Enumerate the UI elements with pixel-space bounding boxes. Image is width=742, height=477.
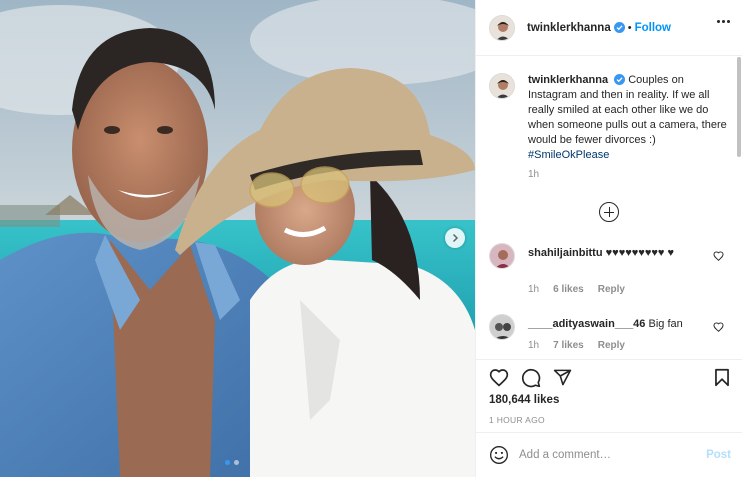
comment-body: shahiljainbittu ♥♥♥♥♥♥♥♥♥ ♥ (528, 246, 698, 261)
avatar-image (490, 244, 514, 268)
heart-icon[interactable] (713, 251, 724, 261)
post-header: twinklerkhanna • Follow (476, 0, 742, 56)
carousel-dot (234, 460, 239, 465)
follow-button[interactable]: Follow (635, 22, 671, 34)
comment-input[interactable] (519, 449, 699, 461)
more-options-icon[interactable] (717, 20, 730, 23)
caption-avatar[interactable] (489, 73, 515, 99)
post-comment-button[interactable]: Post (706, 449, 731, 461)
avatar-image (490, 15, 514, 40)
avatar-image (490, 74, 514, 98)
verified-badge-icon (614, 74, 626, 85)
comment-username[interactable]: shahiljainbittu (528, 247, 603, 259)
add-comment-bar: Post (476, 432, 742, 477)
caption-hashtag[interactable]: #SmileOkPlease (528, 149, 609, 161)
plus-circle-icon[interactable] (599, 202, 619, 222)
chevron-right-icon (452, 233, 459, 243)
commenter-avatar[interactable] (489, 314, 515, 340)
comment-time[interactable]: 1h (528, 340, 539, 351)
comment-body: ____adityaswain___46 Big fan (528, 317, 698, 332)
comment-meta: 1h 6 likes Reply (528, 284, 625, 295)
caption-text-block: twinklerkhanna Couples on Instagram and … (528, 73, 728, 163)
comments-scrollbar[interactable] (737, 57, 741, 157)
post-photo[interactable] (0, 0, 475, 477)
photo-image (0, 0, 475, 477)
comment-icon[interactable] (521, 368, 541, 388)
comment-meta: 1h 7 likes Reply (528, 340, 625, 351)
author-username[interactable]: twinklerkhanna (527, 22, 611, 34)
comment-reply-button[interactable]: Reply (598, 340, 625, 351)
emoji-icon[interactable] (489, 445, 509, 465)
comment-likes[interactable]: 7 likes (553, 340, 584, 351)
post-timestamp[interactable]: 1 HOUR AGO (489, 415, 545, 425)
post-actions: 180,644 likes 1 HOUR AGO (476, 359, 742, 432)
instagram-post: twinklerkhanna • Follow twinklerkhanna C… (0, 0, 742, 477)
heart-icon[interactable] (489, 368, 509, 387)
likes-count[interactable]: 180,644 likes (489, 394, 559, 406)
verified-badge-icon (613, 22, 625, 33)
header-separator: • (627, 21, 632, 34)
carousel-indicator (225, 460, 239, 465)
comment-text: ♥♥♥♥♥♥♥♥♥ ♥ (605, 247, 674, 259)
share-icon[interactable] (553, 368, 572, 387)
post-sidebar: twinklerkhanna • Follow twinklerkhanna C… (475, 0, 742, 477)
avatar-image (490, 315, 514, 339)
comment-likes[interactable]: 6 likes (553, 284, 584, 295)
author-avatar[interactable] (489, 14, 515, 41)
commenter-avatar[interactable] (489, 243, 515, 269)
comments-list[interactable]: twinklerkhanna Couples on Instagram and … (476, 57, 742, 359)
carousel-next-button[interactable] (445, 228, 465, 248)
caption-time[interactable]: 1h (528, 169, 539, 180)
carousel-dot-active (225, 460, 230, 465)
caption-username[interactable]: twinklerkhanna (528, 74, 608, 86)
comment-reply-button[interactable]: Reply (598, 284, 625, 295)
comment-time[interactable]: 1h (528, 284, 539, 295)
comment-text: Big fan (648, 318, 683, 330)
comment-username[interactable]: ____adityaswain___46 (528, 318, 645, 330)
heart-icon[interactable] (713, 322, 724, 332)
bookmark-icon[interactable] (714, 368, 730, 387)
